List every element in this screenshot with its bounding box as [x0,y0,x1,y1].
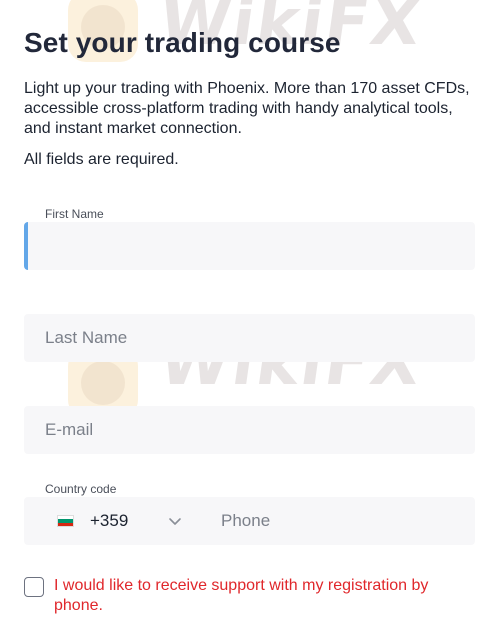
email-field[interactable] [24,406,475,454]
phone-field-group: +359 [24,497,475,545]
intro-text: Light up your trading with Phoenix. More… [24,80,470,137]
required-note: All fields are required. [24,151,179,168]
support-consent-checkbox[interactable] [24,577,44,597]
country-code-value[interactable]: +359 [90,511,128,531]
phone-input[interactable] [200,497,470,545]
first-name-input[interactable] [28,222,475,270]
bulgaria-flag-icon[interactable] [57,515,74,527]
chevron-down-icon[interactable] [168,514,182,528]
email-input[interactable] [24,406,475,454]
last-name-input[interactable] [24,314,475,362]
page-title: Set your trading course [24,27,341,58]
country-code-label: Country code [45,482,117,496]
last-name-field[interactable] [24,314,475,362]
phone-field[interactable] [200,497,470,545]
first-name-label: First Name [45,207,104,221]
support-consent-option[interactable]: I would like to receive support with my … [24,576,474,616]
first-name-field[interactable] [24,222,475,270]
support-consent-label[interactable]: I would like to receive support with my … [54,576,474,616]
